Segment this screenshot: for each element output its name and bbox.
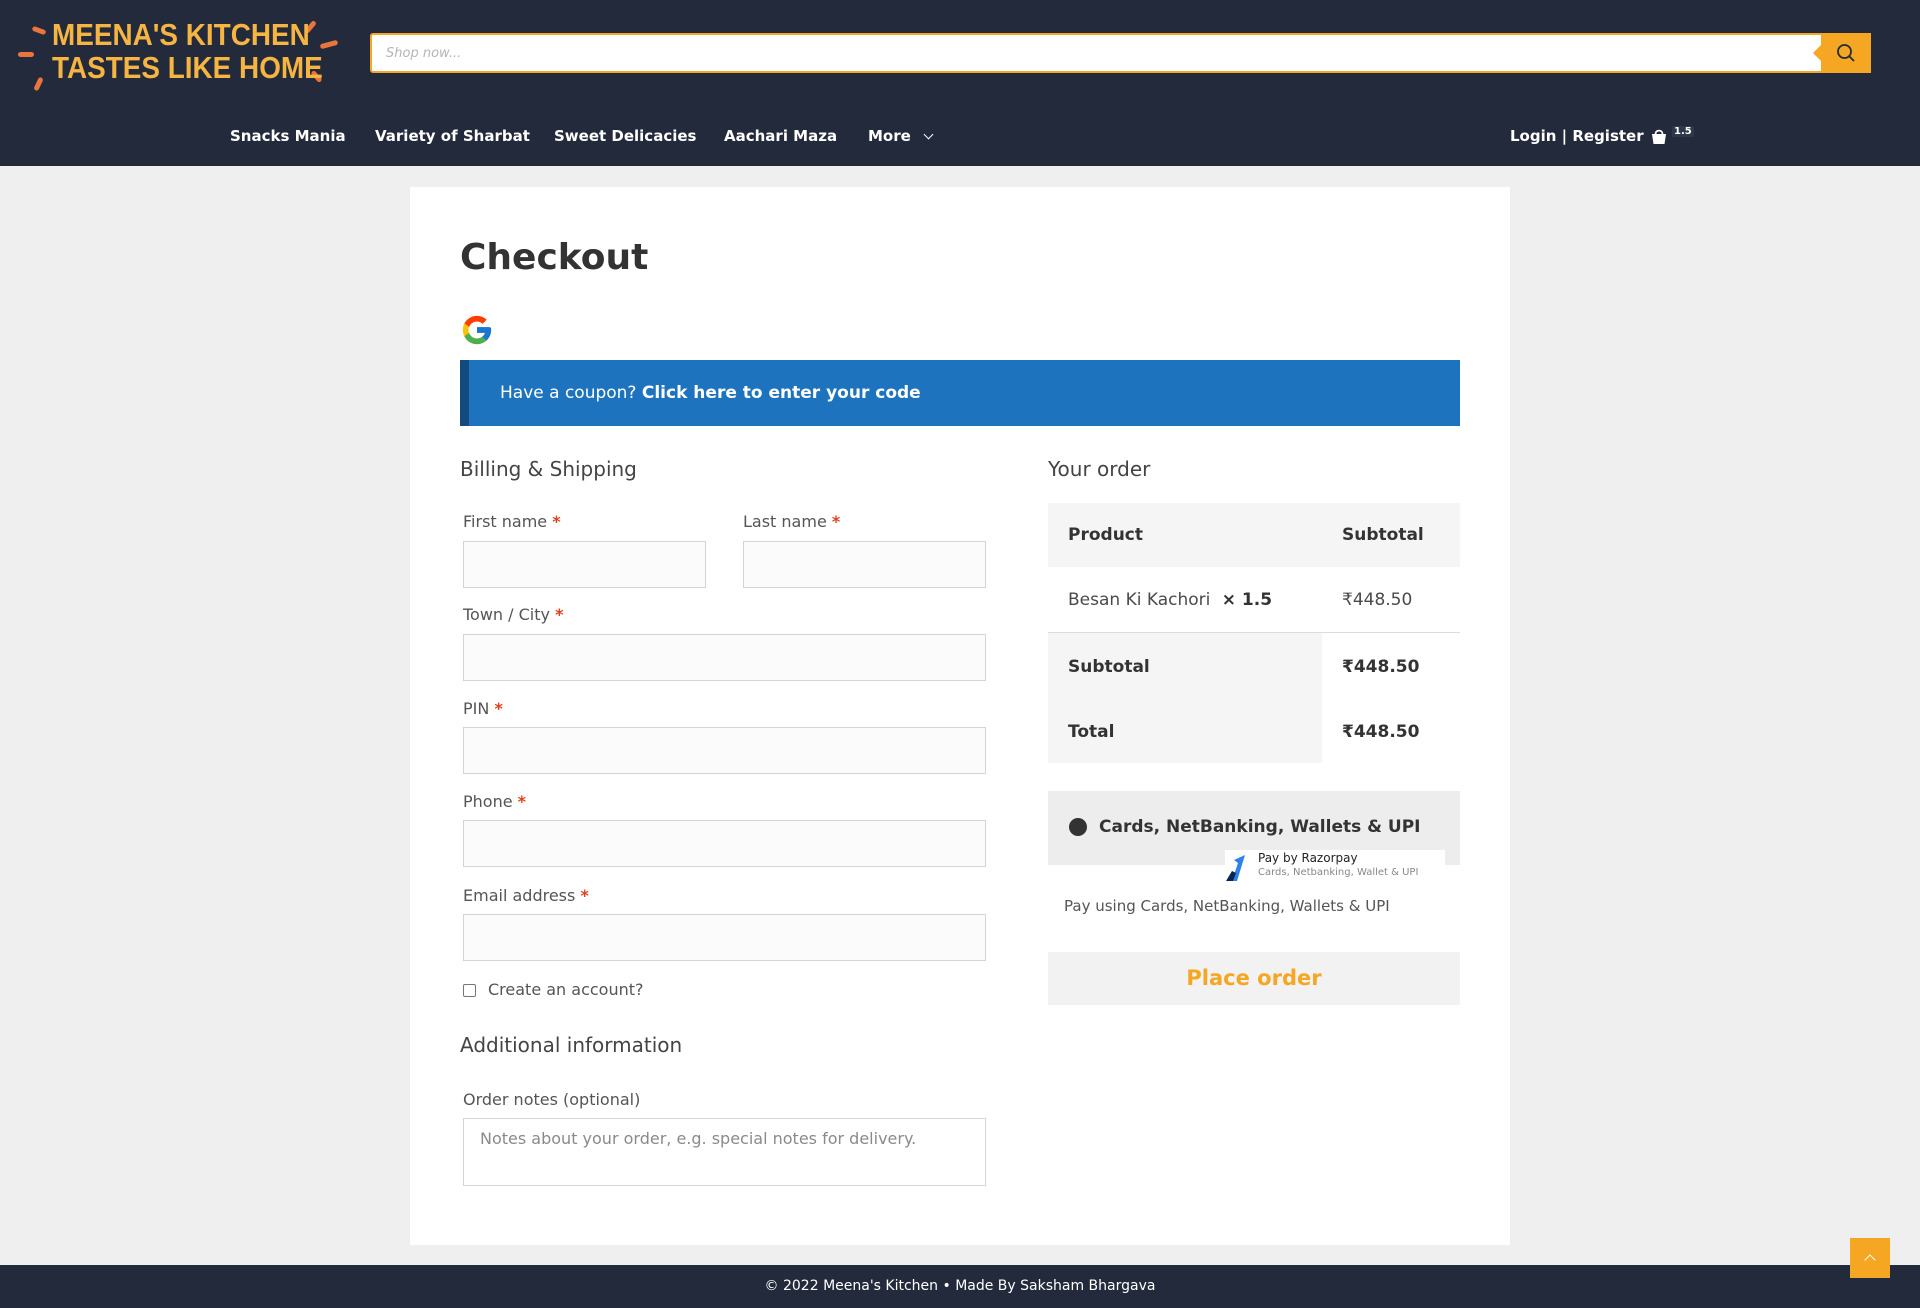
total-label: Total (1068, 722, 1115, 742)
nav-snacks-mania[interactable]: Snacks Mania (230, 127, 346, 145)
pin-label-text: PIN (463, 699, 490, 718)
checkout-card: Checkout Have a coupon? Click here to en… (410, 187, 1510, 1245)
col-subtotal-header: Subtotal (1342, 525, 1424, 545)
place-order-button[interactable]: Place order (1048, 952, 1460, 1005)
search-bar (370, 33, 1871, 73)
phone-label-text: Phone (463, 792, 513, 811)
page-title: Checkout (460, 237, 649, 278)
first-name-label: First name * (463, 512, 561, 531)
search-button[interactable] (1813, 33, 1871, 73)
nav-aachari-maza[interactable]: Aachari Maza (724, 127, 837, 145)
city-label: Town / City * (463, 605, 563, 624)
last-name-label-text: Last name (743, 512, 827, 531)
nav-variety-of-sharbat[interactable]: Variety of Sharbat (375, 127, 530, 145)
logo-line-1: MEENA'S KITCHEN (52, 17, 310, 52)
razorpay-logo-icon (1226, 855, 1245, 881)
site-footer: © 2022 Meena's Kitchen • Made By Saksham… (0, 1265, 1920, 1308)
subtotal-label: Subtotal (1068, 657, 1150, 677)
logo-dash (18, 52, 34, 57)
required-mark: * (580, 886, 589, 905)
razorpay-subtitle: Cards, Netbanking, Wallet & UPI (1258, 867, 1419, 878)
nav-sweet-delicacies[interactable]: Sweet Delicacies (554, 127, 696, 145)
search-input[interactable] (386, 35, 1686, 71)
city-field[interactable] (463, 634, 986, 681)
email-label: Email address * (463, 886, 589, 905)
razorpay-title: Pay by Razorpay (1258, 851, 1358, 865)
required-mark: * (494, 699, 503, 718)
logo-dash (33, 76, 44, 92)
nav-more[interactable]: More (868, 127, 934, 145)
required-mark: * (552, 512, 561, 531)
first-name-label-text: First name (463, 512, 548, 531)
coupon-text: Have a coupon? (500, 383, 637, 403)
order-item-name-text: Besan Ki Kachori (1068, 590, 1211, 610)
nav-more-label: More (868, 127, 911, 145)
site-logo[interactable]: MEENA'S KITCHEN TASTES LIKE HOME (16, 14, 346, 92)
order-notes-label: Order notes (optional) (463, 1090, 641, 1109)
search-icon (1837, 44, 1855, 62)
order-notes-field[interactable]: Notes about your order, e.g. special not… (463, 1118, 986, 1186)
additional-info-title: Additional information (460, 1033, 683, 1057)
billing-title: Billing & Shipping (460, 457, 637, 481)
order-item-qty: × 1.5 (1221, 590, 1273, 610)
last-name-field[interactable] (743, 541, 986, 588)
create-account-checkbox[interactable] (463, 984, 476, 997)
coupon-banner: Have a coupon? Click here to enter your … (460, 360, 1460, 426)
first-name-field[interactable] (463, 541, 706, 588)
create-account-label[interactable]: Create an account? (488, 980, 644, 999)
city-label-text: Town / City (463, 605, 550, 624)
order-totals-values (1322, 633, 1460, 763)
payment-method-label: Cards, NetBanking, Wallets & UPI (1099, 817, 1421, 837)
footer-copyright: © 2022 Meena's Kitchen • Made By Saksham… (764, 1278, 1156, 1294)
col-product-header: Product (1068, 525, 1143, 545)
phone-field[interactable] (463, 820, 986, 867)
logo-text: MEENA'S KITCHEN TASTES LIKE HOME (52, 18, 323, 84)
email-label-text: Email address (463, 886, 576, 905)
payment-radio[interactable] (1069, 818, 1087, 836)
main-nav: Snacks Mania Variety of Sharbat Sweet De… (0, 118, 1920, 154)
last-name-label: Last name * (743, 512, 840, 531)
cart-icon[interactable] (1649, 127, 1669, 147)
cart-count-badge: 1.5 (1672, 126, 1694, 137)
pin-label: PIN * (463, 699, 503, 718)
required-mark: * (555, 605, 564, 624)
chevron-down-icon (923, 129, 934, 140)
razorpay-badge: Pay by Razorpay Cards, Netbanking, Walle… (1225, 850, 1445, 886)
site-header: MEENA'S KITCHEN TASTES LIKE HOME Snacks … (0, 0, 1920, 166)
coupon-link[interactable]: Click here to enter your code (642, 383, 921, 403)
google-icon[interactable] (460, 313, 494, 347)
total-value: ₹448.50 (1342, 722, 1420, 742)
required-mark: * (831, 512, 841, 531)
your-order-title: Your order (1048, 457, 1151, 481)
order-item-name: Besan Ki Kachori × 1.5 (1068, 590, 1272, 610)
payment-description: Pay using Cards, NetBanking, Wallets & U… (1064, 897, 1390, 915)
order-item-price: ₹448.50 (1342, 590, 1413, 610)
login-register-link[interactable]: Login | Register (1510, 127, 1644, 145)
logo-dash (31, 25, 47, 36)
phone-label: Phone * (463, 792, 526, 811)
subtotal-value: ₹448.50 (1342, 657, 1420, 677)
required-mark: * (517, 792, 527, 811)
scroll-to-top-button[interactable] (1850, 1238, 1890, 1278)
chevron-up-icon (1864, 1254, 1876, 1266)
email-field[interactable] (463, 914, 986, 961)
pin-field[interactable] (463, 727, 986, 774)
logo-line-2: TASTES LIKE HOME (52, 50, 323, 85)
